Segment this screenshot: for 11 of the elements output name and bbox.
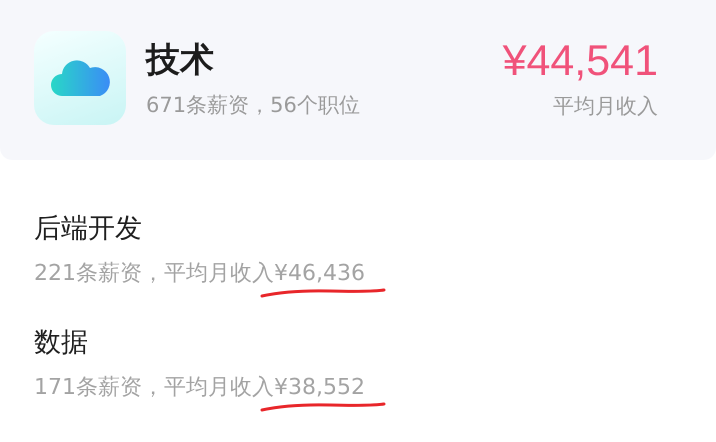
job-summary: 171条薪资，平均月收入 xyxy=(34,374,274,402)
cloud-icon xyxy=(34,31,126,125)
job-name: 后端开发 xyxy=(34,212,143,246)
job-salary: ¥38,552 xyxy=(274,375,365,400)
job-salary: ¥46,436 xyxy=(274,261,365,286)
job-summary: 221条薪资，平均月收入 xyxy=(34,260,274,288)
average-salary: ¥44,541 xyxy=(502,36,658,86)
average-salary-label: 平均月收入 xyxy=(553,92,658,120)
category-summary: 671条薪资，56个职位 xyxy=(146,92,361,119)
category-title: 技术 xyxy=(146,39,215,82)
job-name: 数据 xyxy=(34,326,89,360)
